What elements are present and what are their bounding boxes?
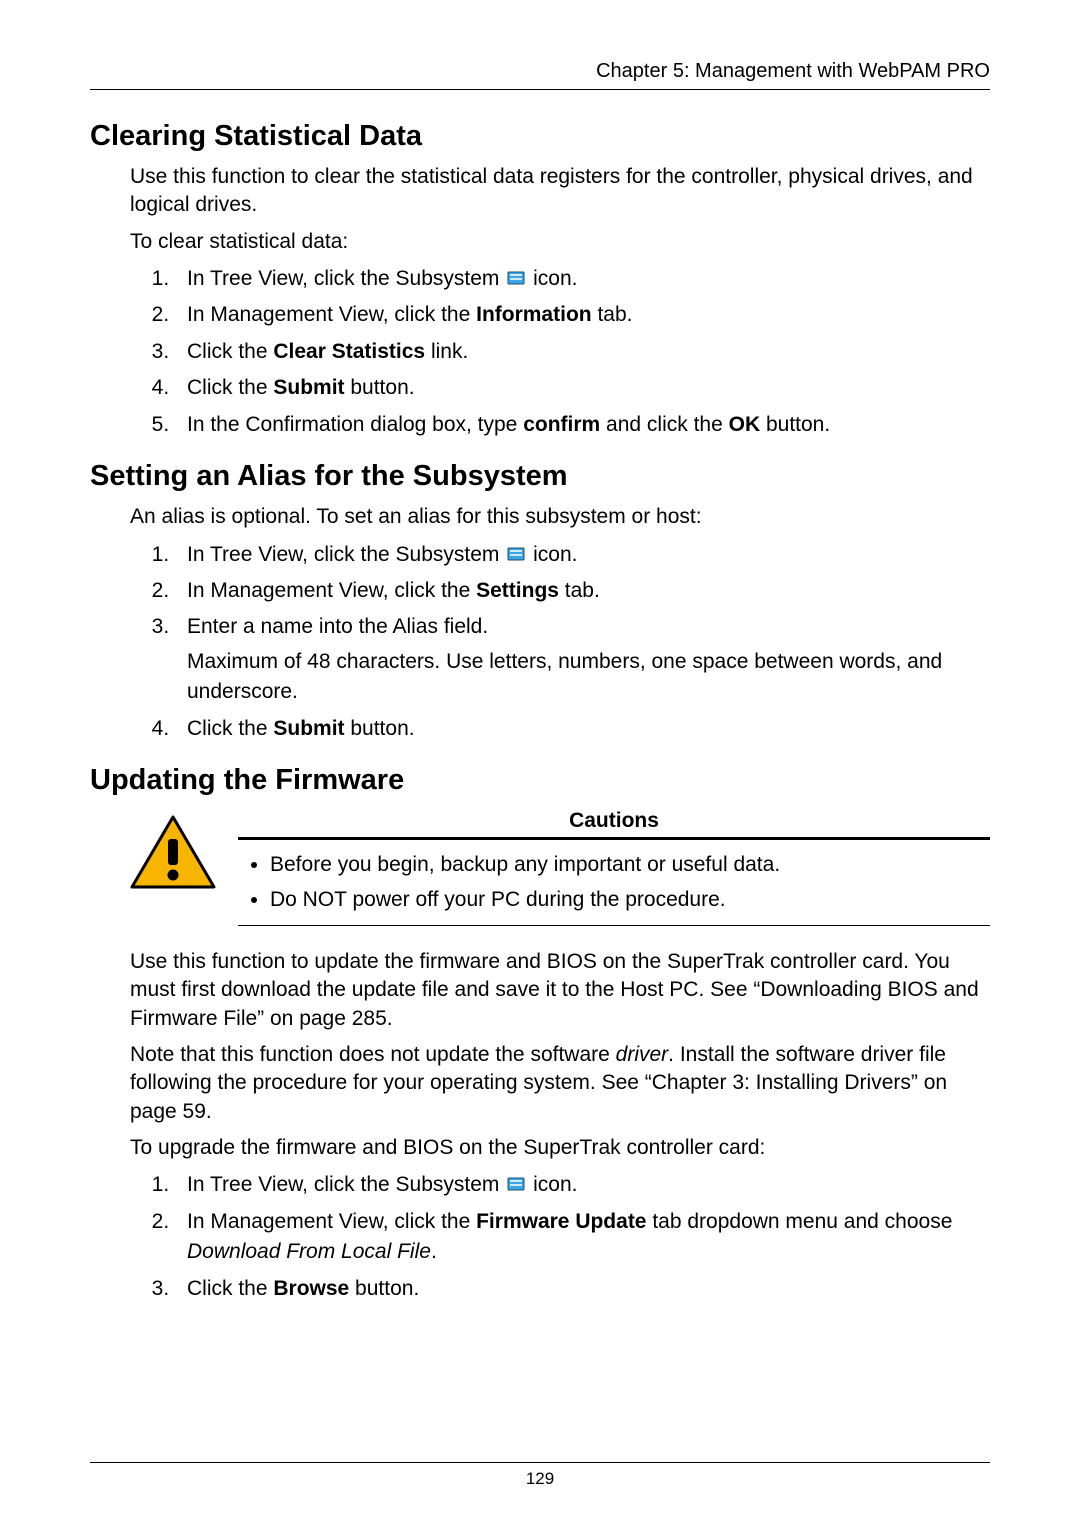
steps-list: In Tree View, click the Subsystem icon. … <box>130 540 990 745</box>
step-text: In Management View, click the <box>187 579 476 602</box>
step-bold: Settings <box>476 579 559 602</box>
step-text: icon. <box>527 267 577 290</box>
subsystem-icon <box>507 545 525 563</box>
step-text: button. <box>349 1277 419 1300</box>
step-bold: Information <box>476 303 592 326</box>
document-page: Chapter 5: Management with WebPAM PRO Cl… <box>0 0 1080 1529</box>
step-bold: Submit <box>273 717 344 740</box>
section-para: Use this function to update the firmware… <box>130 948 990 1033</box>
step-text: Click the <box>187 340 273 363</box>
step-item: In Tree View, click the Subsystem icon. <box>175 1170 990 1200</box>
step-item: In the Confirmation dialog box, type con… <box>175 410 990 440</box>
section-body: An alias is optional. To set an alias fo… <box>130 503 990 744</box>
step-item: Click the Submit button. <box>175 714 990 744</box>
section-heading-firmware: Updating the Firmware <box>90 764 990 797</box>
step-text: icon. <box>527 543 577 566</box>
step-text: In Tree View, click the Subsystem <box>187 543 505 566</box>
footer-rule <box>90 1462 990 1463</box>
step-text: and click the <box>600 413 728 436</box>
warning-icon <box>130 815 216 891</box>
step-text: In Tree View, click the Subsystem <box>187 267 505 290</box>
para-text: Note that this function does not update … <box>130 1043 616 1066</box>
caution-item: Before you begin, backup any important o… <box>270 850 990 880</box>
chapter-label: Chapter 5: Management with WebPAM PRO <box>596 60 990 82</box>
step-text: In Tree View, click the Subsystem <box>187 1173 505 1196</box>
step-bold: Submit <box>273 376 344 399</box>
step-text: In Management View, click the <box>187 1210 476 1233</box>
section-body: Use this function to update the firmware… <box>130 948 990 1304</box>
step-italic: Download From Local File <box>187 1240 431 1263</box>
step-item: In Tree View, click the Subsystem icon. <box>175 264 990 294</box>
step-text: icon. <box>527 1173 577 1196</box>
step-item: In Tree View, click the Subsystem icon. <box>175 540 990 570</box>
section-lead: To clear statistical data: <box>130 228 990 256</box>
page-number: 129 <box>90 1469 990 1489</box>
section-heading-alias: Setting an Alias for the Subsystem <box>90 460 990 493</box>
page-header: Chapter 5: Management with WebPAM PRO <box>90 60 990 83</box>
step-item: In Management View, click the Settings t… <box>175 576 990 606</box>
step-bold: Firmware Update <box>476 1210 646 1233</box>
step-item: Enter a name into the Alias field. Maxim… <box>175 612 990 707</box>
step-text: Click the <box>187 717 273 740</box>
step-item: Click the Submit button. <box>175 373 990 403</box>
step-item: In Management View, click the Firmware U… <box>175 1207 990 1268</box>
step-item: Click the Browse button. <box>175 1274 990 1304</box>
caution-item: Do NOT power off your PC during the proc… <box>270 885 990 915</box>
page-footer: 129 <box>90 1462 990 1489</box>
para-italic: driver <box>616 1043 669 1066</box>
steps-list: In Tree View, click the Subsystem icon. … <box>130 1170 990 1304</box>
caution-rule <box>238 925 990 926</box>
step-text: Click the <box>187 1277 273 1300</box>
caution-box: Cautions Before you begin, backup any im… <box>130 809 990 930</box>
step-text: button. <box>345 376 415 399</box>
step-text: button. <box>760 413 830 436</box>
step-text: button. <box>345 717 415 740</box>
subsystem-icon <box>507 269 525 287</box>
step-bold: OK <box>729 413 761 436</box>
step-item: In Management View, click the Informatio… <box>175 300 990 330</box>
subsystem-icon <box>507 1175 525 1193</box>
step-item: Click the Clear Statistics link. <box>175 337 990 367</box>
step-subtext: Maximum of 48 characters. Use letters, n… <box>187 647 990 708</box>
caution-title: Cautions <box>238 809 990 833</box>
step-text: tab. <box>559 579 600 602</box>
step-text: Click the <box>187 376 273 399</box>
step-text: . <box>431 1240 437 1263</box>
section-intro: Use this function to clear the statistic… <box>130 163 990 220</box>
step-bold: Browse <box>273 1277 349 1300</box>
section-intro: An alias is optional. To set an alias fo… <box>130 503 990 531</box>
step-text: In the Confirmation dialog box, type <box>187 413 523 436</box>
caution-list: Before you begin, backup any important o… <box>238 850 990 915</box>
section-para: To upgrade the firmware and BIOS on the … <box>130 1134 990 1162</box>
steps-list: In Tree View, click the Subsystem icon. … <box>130 264 990 440</box>
step-bold: Clear Statistics <box>273 340 425 363</box>
step-text: tab. <box>592 303 633 326</box>
step-text: link. <box>425 340 468 363</box>
caution-rule <box>238 837 990 840</box>
section-heading-clearing: Clearing Statistical Data <box>90 120 990 153</box>
step-text: Enter a name into the Alias field. <box>187 615 488 638</box>
step-text: tab dropdown menu and choose <box>647 1210 953 1233</box>
section-body: Use this function to clear the statistic… <box>130 163 990 440</box>
step-text: In Management View, click the <box>187 303 476 326</box>
caution-content: Cautions Before you begin, backup any im… <box>238 809 990 930</box>
step-bold: confirm <box>523 413 600 436</box>
section-para: Note that this function does not update … <box>130 1041 990 1126</box>
header-rule <box>90 89 990 90</box>
